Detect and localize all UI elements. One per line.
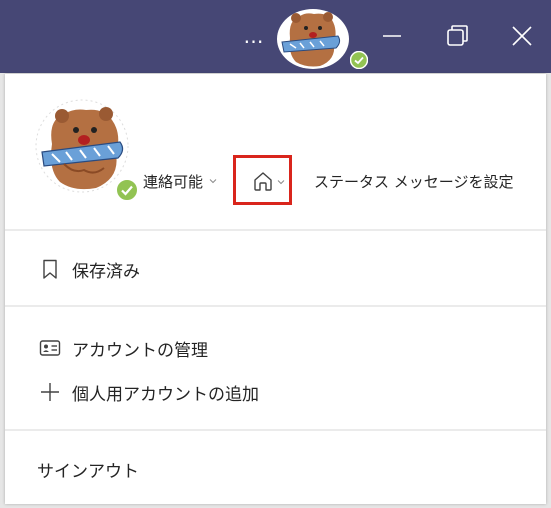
divider bbox=[5, 229, 546, 231]
minimize-icon bbox=[383, 35, 401, 37]
set-status-message-button[interactable]: ステータス メッセージを設定 bbox=[314, 171, 513, 192]
saved-label: 保存済み bbox=[72, 261, 140, 282]
title-bar: … bbox=[0, 0, 551, 73]
divider bbox=[5, 305, 546, 307]
available-status-icon bbox=[349, 50, 369, 70]
saved-menu-item[interactable]: 保存済み bbox=[5, 249, 546, 289]
available-status-icon bbox=[115, 178, 139, 202]
chevron-down-icon bbox=[277, 180, 285, 185]
chevron-down-icon bbox=[209, 179, 217, 184]
contact-card-icon bbox=[39, 340, 61, 356]
close-button[interactable] bbox=[504, 18, 540, 54]
sign-out-menu-item[interactable]: サインアウト bbox=[5, 449, 546, 489]
work-location-button[interactable] bbox=[233, 155, 292, 205]
profile-menu-panel: 連絡可能 ステータス メッセージを設定 保存済み アカウントの管理 個人用アカウ… bbox=[5, 74, 546, 504]
add-personal-account-label: 個人用アカウントの追加 bbox=[72, 384, 259, 405]
manage-account-label: アカウントの管理 bbox=[72, 340, 208, 361]
bear-avatar-image bbox=[277, 9, 349, 69]
restore-button[interactable] bbox=[440, 18, 476, 54]
sign-out-label: サインアウト bbox=[37, 461, 139, 482]
availability-label: 連絡可能 bbox=[143, 172, 204, 191]
plus-icon bbox=[41, 383, 59, 401]
close-icon bbox=[512, 26, 532, 46]
divider bbox=[5, 429, 546, 431]
more-options-button[interactable]: … bbox=[240, 22, 268, 50]
titlebar-avatar[interactable] bbox=[276, 8, 350, 70]
bookmark-icon bbox=[43, 259, 57, 279]
minimize-button[interactable] bbox=[374, 18, 410, 54]
home-icon bbox=[254, 172, 272, 191]
restore-icon bbox=[447, 25, 468, 46]
profile-section: 連絡可能 ステータス メッセージを設定 bbox=[5, 74, 546, 230]
availability-dropdown[interactable]: 連絡可能 bbox=[143, 170, 217, 192]
manage-account-menu-item[interactable]: アカウントの管理 bbox=[5, 328, 546, 368]
add-personal-account-menu-item[interactable]: 個人用アカウントの追加 bbox=[5, 372, 546, 412]
